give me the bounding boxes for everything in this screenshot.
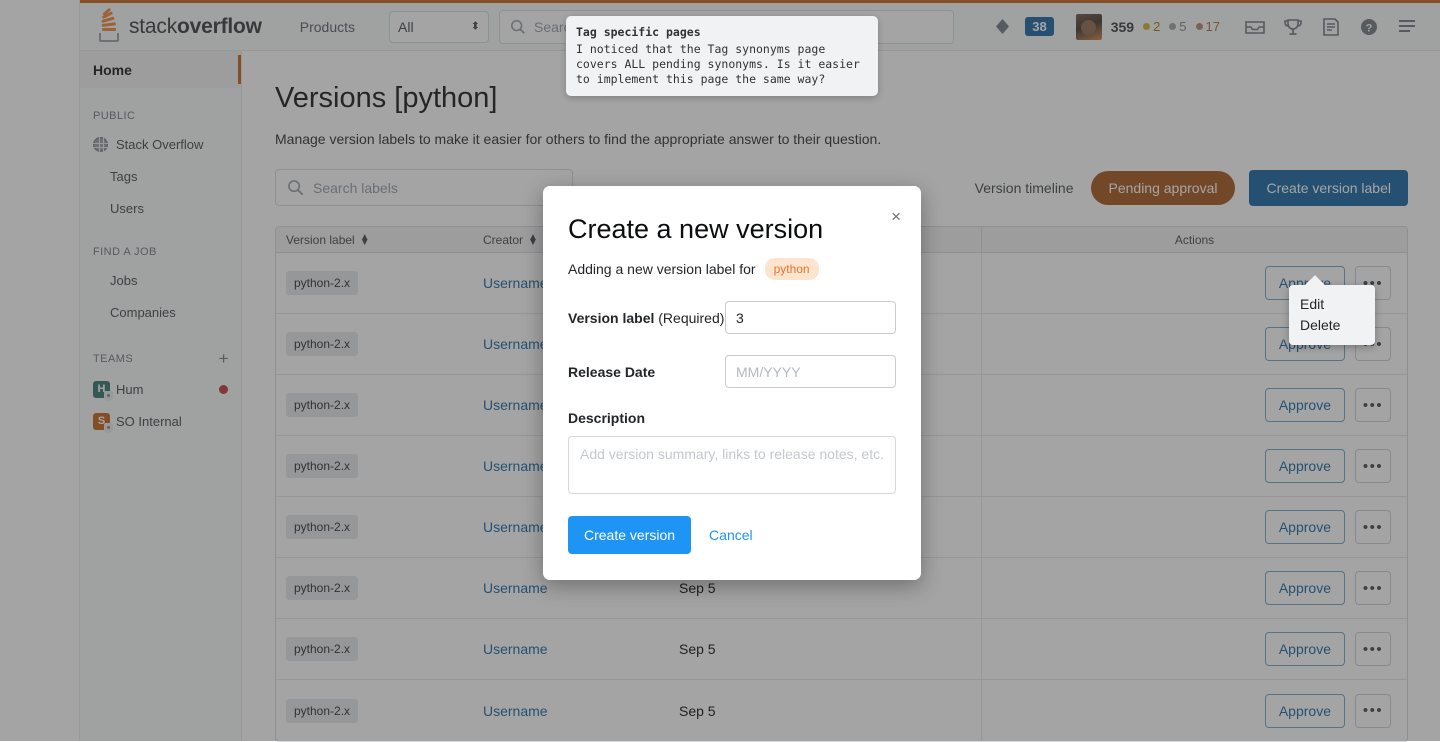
modal-title: Create a new version xyxy=(568,214,896,245)
menu-item-edit[interactable]: Edit xyxy=(1300,294,1364,315)
description-placeholder: Add version summary, links to release no… xyxy=(580,446,884,462)
release-date-input[interactable]: MM/YYYY xyxy=(725,355,896,388)
cancel-button[interactable]: Cancel xyxy=(709,527,753,543)
description-field-label: Description xyxy=(568,410,896,426)
create-version-submit-button[interactable]: Create version xyxy=(568,516,691,554)
tooltip-title: Tag specific pages xyxy=(576,25,868,40)
row-actions-menu: Edit Delete xyxy=(1289,285,1375,345)
modal-subtitle: Adding a new version label for python xyxy=(568,258,896,280)
version-label-input-value: 3 xyxy=(736,310,744,326)
version-label-required-text: (Required) xyxy=(658,310,724,326)
version-label-field-label-text: Version label xyxy=(568,310,654,326)
release-date-field-row: Release Date MM/YYYY xyxy=(568,355,896,388)
modal-subtitle-text: Adding a new version label for xyxy=(568,261,756,277)
version-label-field-row: Version label (Required) 3 xyxy=(568,301,896,334)
release-date-field-label-text: Release Date xyxy=(568,364,655,380)
tooltip-tag-specific-pages: Tag specific pages I noticed that the Ta… xyxy=(566,16,878,96)
create-version-modal: × Create a new version Adding a new vers… xyxy=(543,186,921,580)
menu-item-delete[interactable]: Delete xyxy=(1300,315,1364,336)
release-date-field-label: Release Date xyxy=(568,364,725,380)
version-label-field-label: Version label (Required) xyxy=(568,310,725,326)
tooltip-body: I noticed that the Tag synonyms page cov… xyxy=(576,42,860,86)
description-textarea[interactable]: Add version summary, links to release no… xyxy=(568,436,896,494)
modal-actions: Create version Cancel xyxy=(568,516,896,554)
close-icon[interactable]: × xyxy=(891,208,901,225)
tag-pill-python[interactable]: python xyxy=(765,258,819,280)
release-date-placeholder: MM/YYYY xyxy=(736,364,801,380)
version-label-input[interactable]: 3 xyxy=(725,301,896,334)
